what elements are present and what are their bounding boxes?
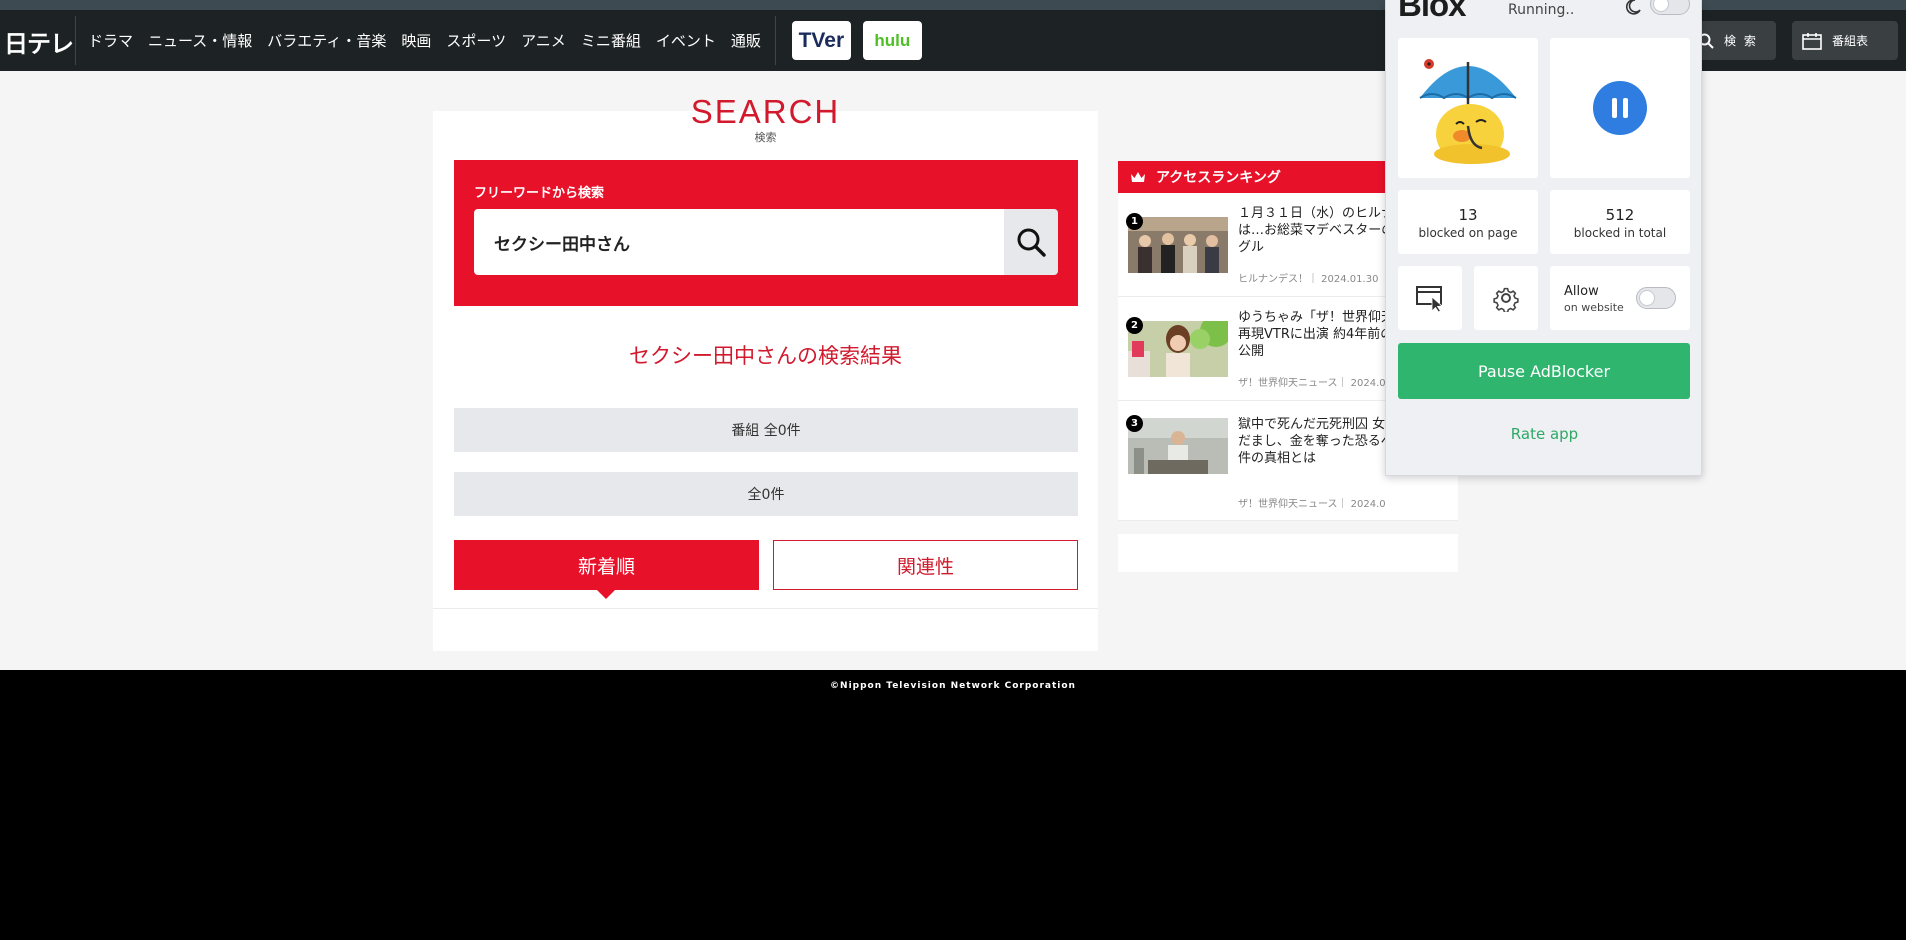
- ntv-logo[interactable]: 日テレ: [4, 24, 74, 59]
- ranking-meta-3: ザ！世界仰天ニュース｜ 2024.0: [1238, 499, 1386, 510]
- header-search-label: 検 索: [1724, 34, 1758, 48]
- all-count-tab[interactable]: 全0件: [454, 472, 1078, 516]
- divider: [433, 608, 1098, 609]
- allow-sublabel: on website: [1564, 301, 1624, 314]
- blocked-total-card: 512 blocked in total: [1550, 190, 1690, 254]
- ranking-thumbnail-1: [1128, 217, 1228, 273]
- search-submit-button[interactable]: [1004, 209, 1058, 275]
- adblocker-popup: Blox Running.. 13 blocked on page 512 bl…: [1385, 0, 1702, 476]
- gear-icon: [1493, 287, 1519, 312]
- sort-relevance-button[interactable]: 関連性: [773, 540, 1078, 590]
- ranking-thumbnail-3: [1128, 418, 1228, 474]
- tver-button[interactable]: TVer: [791, 21, 851, 60]
- ranking-meta-2: ザ！世界仰天ニュース｜ 2024.0: [1238, 378, 1386, 389]
- search-subtitle: 検索: [754, 131, 777, 144]
- nav-item-movie[interactable]: 映画: [401, 30, 431, 51]
- search-input[interactable]: [474, 209, 1004, 275]
- dark-mode-toggle[interactable]: [1650, 0, 1690, 15]
- duck-mascot-icon: [1419, 59, 1517, 164]
- schedule-label: 番組表: [1832, 34, 1869, 48]
- ranking-title: アクセスランキング: [1156, 170, 1281, 186]
- hulu-logo: hulu: [874, 30, 911, 50]
- nav-item-mini[interactable]: ミニ番組: [581, 30, 641, 51]
- footer-copyright: ©Nippon Television Network Corporation: [830, 681, 1076, 691]
- program-count-tab[interactable]: 番組 全0件: [454, 408, 1078, 452]
- rank-number-2: 2: [1126, 317, 1143, 334]
- rank-number-3: 3: [1126, 415, 1143, 432]
- hulu-button[interactable]: hulu: [862, 21, 922, 60]
- nav-item-event[interactable]: イベント: [656, 30, 716, 51]
- header-divider: [75, 16, 76, 65]
- crown-icon: [1131, 172, 1145, 182]
- allow-on-website-toggle[interactable]: [1636, 287, 1676, 309]
- main-nav: ドラマ ニュース・情報 バラエティ・音楽 映画 スポーツ アニメ ミニ番組 イベ…: [88, 10, 934, 71]
- search-title: SEARCH: [690, 93, 841, 130]
- blocked-on-page-label: blocked on page: [1418, 226, 1518, 240]
- calendar-icon: [1802, 32, 1822, 50]
- pause-adblocker-button[interactable]: Pause AdBlocker: [1398, 343, 1690, 399]
- search-heading: SEARCH 検索: [433, 93, 1098, 145]
- sidebar-empty-block: [1118, 534, 1458, 572]
- nav-item-shopping[interactable]: 通販: [731, 30, 761, 51]
- nav-item-news[interactable]: ニュース・情報: [148, 30, 252, 51]
- element-picker-button[interactable]: [1398, 266, 1462, 330]
- rate-app-link[interactable]: Rate app: [1386, 425, 1703, 443]
- mascot-card: [1398, 38, 1538, 178]
- ranking-thumbnail-2: [1128, 321, 1228, 377]
- result-title: セクシー田中さんの検索結果: [629, 344, 902, 368]
- schedule-button[interactable]: 番組表: [1792, 21, 1898, 60]
- blocked-on-page-card: 13 blocked on page: [1398, 190, 1538, 254]
- pause-icon: [1593, 81, 1647, 135]
- adblocker-status: Running..: [1508, 2, 1575, 18]
- blocked-total-count: 512: [1605, 206, 1635, 224]
- toggle-knob: [1653, 0, 1669, 12]
- nav-divider: [774, 16, 776, 65]
- pause-toggle-card[interactable]: [1550, 38, 1690, 178]
- moon-icon: [1625, 0, 1641, 15]
- nav-item-sports[interactable]: スポーツ: [446, 30, 506, 51]
- sort-newest-button[interactable]: 新着順: [454, 540, 759, 599]
- search-icon: [1017, 228, 1046, 257]
- settings-button[interactable]: [1474, 266, 1538, 330]
- allow-label: Allow: [1564, 284, 1599, 299]
- nav-item-anime[interactable]: アニメ: [521, 30, 566, 51]
- nav-item-drama[interactable]: ドラマ: [88, 30, 133, 51]
- tver-logo: TVer: [798, 28, 845, 52]
- blocked-on-page-count: 13: [1458, 206, 1478, 224]
- blocked-total-label: blocked in total: [1573, 226, 1667, 240]
- element-picker-icon: [1416, 286, 1443, 312]
- rank-number-1: 1: [1126, 213, 1143, 230]
- freeword-label: フリーワードから検索: [474, 186, 605, 201]
- nav-item-variety[interactable]: バラエティ・音楽: [267, 30, 386, 51]
- allow-on-website-card: Allow on website: [1550, 266, 1690, 330]
- ranking-meta-1: ヒルナンデス！｜ 2024.01.30: [1238, 274, 1379, 285]
- freeword-search-box: フリーワードから検索: [454, 160, 1078, 306]
- adblocker-brand: Blox: [1398, 0, 1467, 23]
- toggle-knob: [1639, 290, 1655, 306]
